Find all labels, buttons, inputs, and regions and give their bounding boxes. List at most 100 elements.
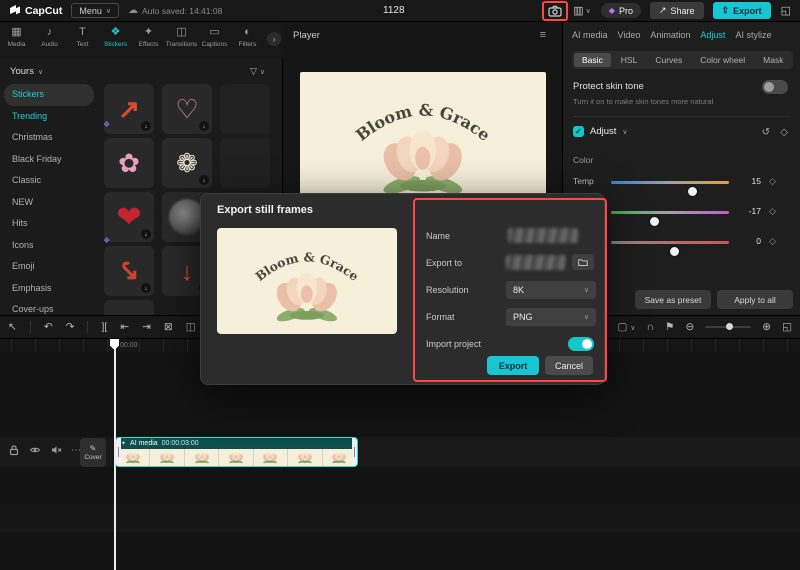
tab-text[interactable]: TText	[66, 26, 99, 58]
slider-knob[interactable]	[688, 187, 697, 196]
clip-trim-handle-right[interactable]	[352, 438, 357, 466]
sticker-white-petals[interactable]: ❁↓	[162, 138, 212, 188]
slider-knob[interactable]	[650, 217, 659, 226]
delete-button[interactable]: ⊠	[164, 321, 173, 333]
category-icons[interactable]: Icons	[4, 235, 102, 257]
save-as-preset-button[interactable]: Save as preset	[635, 290, 711, 309]
download-icon[interactable]: ↓	[141, 229, 151, 239]
sticker-pink-flower[interactable]: ✿	[104, 138, 154, 188]
tab-adjust[interactable]: Adjust	[700, 30, 725, 40]
zoom-in-button[interactable]: ⊕	[762, 321, 771, 333]
duplicate-button[interactable]: ◫	[186, 321, 196, 333]
snap-magnet-button[interactable]: ∩	[646, 321, 654, 333]
dialog-cancel-button[interactable]: Cancel	[545, 356, 593, 375]
sticker-curved-arrow[interactable]: ↪↓	[104, 246, 154, 296]
copy-options-button[interactable]: ▢ ∨	[618, 321, 636, 333]
resolution-select[interactable]: 8K ∨	[506, 281, 596, 299]
delete-right-button[interactable]: ⇥	[142, 321, 151, 333]
tab-animation[interactable]: Animation	[650, 30, 690, 40]
tab-ai-stylize[interactable]: AI stylize	[735, 30, 771, 40]
name-input-redacted[interactable]	[508, 228, 578, 243]
subtab-hsl[interactable]: HSL	[613, 53, 646, 67]
download-icon[interactable]: ↓	[199, 121, 209, 131]
tab-effects[interactable]: ✦Effects	[132, 26, 165, 58]
category-new[interactable]: NEW	[4, 192, 102, 214]
filter-button[interactable]: ▽ ∨	[250, 66, 265, 77]
preview-canvas[interactable]	[300, 72, 546, 210]
subtab-mask[interactable]: Mask	[755, 53, 791, 67]
browse-folder-button[interactable]	[572, 254, 594, 270]
slider-knob[interactable]	[726, 323, 733, 330]
eye-icon[interactable]	[29, 444, 41, 456]
delete-left-button[interactable]: ⇤	[120, 321, 129, 333]
zoom-out-button[interactable]: ⊖	[685, 321, 694, 333]
category-christmas[interactable]: Christmas	[4, 127, 102, 149]
download-icon[interactable]: ↓	[141, 121, 151, 131]
category-classic[interactable]: Classic	[4, 170, 102, 192]
player-menu-button[interactable]: ≡	[534, 28, 552, 42]
sticker-sketch-heart[interactable]: ♡↓	[162, 84, 212, 134]
download-icon[interactable]: ↓	[199, 175, 209, 185]
keyframe-button[interactable]: ◇	[769, 206, 776, 217]
category-stickers[interactable]: Stickers	[4, 84, 94, 106]
subtab-color-wheel[interactable]: Color wheel	[692, 53, 753, 67]
sticker-teal-arrow[interactable]: ↘	[104, 300, 154, 315]
export-still-frame-button[interactable]	[547, 5, 563, 17]
apply-to-all-button[interactable]: Apply to all	[717, 290, 793, 309]
protect-skin-tone-toggle[interactable]	[762, 80, 788, 94]
keyframe-button[interactable]: ◇	[780, 127, 788, 138]
export-path-redacted[interactable]	[506, 255, 566, 270]
category-hits[interactable]: Hits	[4, 213, 102, 235]
keyframe-button[interactable]: ◇	[769, 236, 776, 247]
import-project-toggle[interactable]	[568, 337, 594, 351]
tab-filters[interactable]: ◐Filters	[231, 26, 264, 58]
tint-slider[interactable]	[611, 211, 729, 214]
sticker-red-arrow[interactable]: ↗↓	[104, 84, 154, 134]
timeline-clip-ai-media[interactable]: ✦ AI media 00:00:03:00	[115, 437, 358, 467]
keyframe-button[interactable]: ◇	[769, 176, 776, 187]
tab-stickers[interactable]: ❖Stickers	[99, 26, 132, 58]
tab-transitions[interactable]: ◫Transitions	[165, 26, 198, 58]
category-emoji[interactable]: Emoji	[4, 256, 102, 278]
marker-flag-button[interactable]: ⚑	[665, 321, 674, 333]
share-button[interactable]: ↗ Share	[650, 2, 704, 19]
yours-dropdown[interactable]: Yours ∨	[10, 66, 43, 77]
category-trending[interactable]: Trending	[4, 106, 102, 128]
export-button[interactable]: ⇧ Export	[713, 2, 771, 19]
category-cover-ups[interactable]: Cover-ups	[4, 299, 102, 315]
playhead-line[interactable]	[114, 339, 116, 570]
sticker-glossy-heart[interactable]: ❤↓	[104, 192, 154, 242]
tab-video[interactable]: Video	[618, 30, 641, 40]
mute-speaker-icon[interactable]	[50, 444, 62, 456]
tab-ai-media[interactable]: AI media	[572, 30, 608, 40]
slider-knob[interactable]	[670, 247, 679, 256]
adjust-checkbox[interactable]: ✓	[573, 126, 584, 137]
split-button[interactable]: ][	[101, 321, 107, 333]
layout-panels-button[interactable]: ▥ ∨	[572, 4, 592, 17]
lock-icon[interactable]	[8, 444, 20, 456]
menu-button[interactable]: Menu ∨	[71, 3, 119, 18]
tabs-overflow-button[interactable]: ›	[267, 32, 281, 46]
undo-button[interactable]: ↶	[44, 321, 53, 333]
subtab-basic[interactable]: Basic	[574, 53, 611, 67]
temp-slider[interactable]	[611, 181, 729, 184]
tab-media[interactable]: ▦Media	[0, 26, 33, 58]
tab-audio[interactable]: ♪Audio	[33, 26, 66, 58]
format-select[interactable]: PNG ∨	[506, 308, 596, 326]
saturation-slider[interactable]	[611, 241, 729, 244]
download-icon[interactable]: ↓	[141, 283, 151, 293]
pro-badge[interactable]: ◆ Pro	[601, 3, 641, 18]
reset-adjust-button[interactable]: ↺	[762, 127, 770, 138]
fit-timeline-button[interactable]: ◱	[782, 321, 792, 333]
clip-trim-handle-left[interactable]	[116, 438, 121, 466]
chevron-down-icon[interactable]: ∨	[622, 128, 627, 136]
timeline-zoom-slider[interactable]	[705, 326, 751, 328]
tab-captions[interactable]: ▭Captions	[198, 26, 231, 58]
subtab-curves[interactable]: Curves	[647, 53, 690, 67]
select-tool-button[interactable]: ↖	[8, 321, 17, 333]
redo-button[interactable]: ↷	[66, 321, 75, 333]
dialog-export-button[interactable]: Export	[487, 356, 539, 375]
cover-button[interactable]: ✎ Cover	[80, 438, 106, 467]
category-emphasis[interactable]: Emphasis	[4, 278, 102, 300]
category-black-friday[interactable]: Black Friday	[4, 149, 102, 171]
